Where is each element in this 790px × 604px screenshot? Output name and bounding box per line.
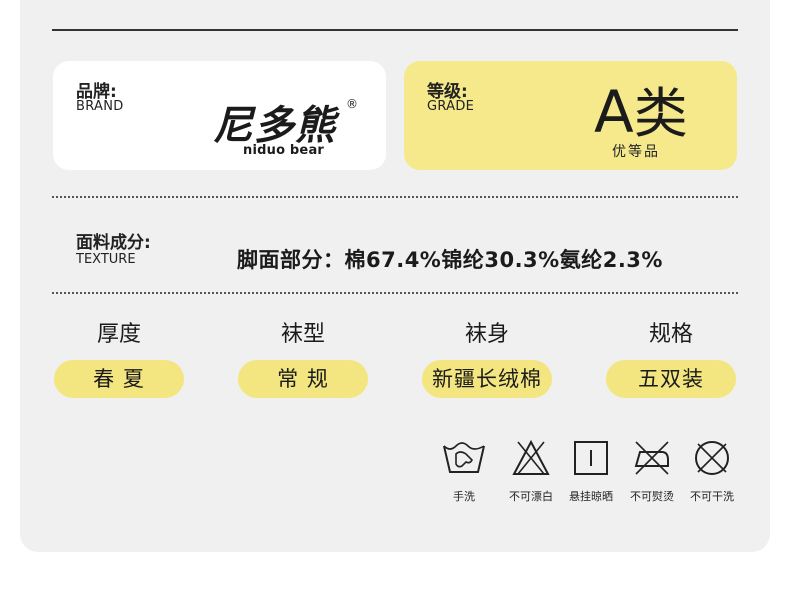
care-hand-wash: 手洗 [434, 438, 494, 504]
attr-pill: 新疆长绒棉 [422, 360, 552, 398]
grade-value: A类 [594, 83, 688, 141]
dotted-divider [52, 292, 738, 294]
no-iron-icon [634, 441, 669, 475]
hand-wash-icon [443, 442, 485, 473]
grade-card: 等级: GRADE A类 优等品 [404, 61, 737, 170]
attr-head: 袜身 [464, 322, 509, 347]
hang-dry-icon [574, 441, 608, 475]
grade-letter: A [594, 78, 634, 146]
care-hang-dry: 悬挂晾晒 [561, 438, 621, 504]
no-bleach-icon [512, 439, 550, 475]
no-dry-clean-icon [695, 441, 729, 475]
attr-pill: 春 夏 [54, 360, 184, 398]
grade-label-en: GRADE [427, 99, 475, 114]
texture-label-en: TEXTURE [76, 252, 136, 267]
top-divider [52, 29, 738, 31]
attr-head: 袜型 [280, 322, 325, 347]
brand-logo-en: niduo bear [243, 143, 325, 158]
texture-value: 脚面部分：棉67.4%锦纶30.3%氨纶2.3% [237, 248, 663, 272]
attr-head: 厚度 [96, 322, 141, 347]
registered-mark: ® [346, 97, 358, 111]
attr-thickness: 厚度 春 夏 [54, 318, 184, 398]
attr-head: 规格 [648, 322, 693, 347]
grade-sub: 优等品 [612, 144, 660, 160]
care-label: 不可干洗 [690, 490, 734, 503]
care-no-bleach: 不可漂白 [501, 438, 561, 504]
brand-label-en: BRAND [76, 99, 124, 114]
care-label: 手洗 [453, 490, 475, 503]
attr-sock-type: 袜型 常 规 [238, 318, 368, 398]
brand-card: 品牌: BRAND 尼多熊 ® niduo bear [53, 61, 386, 170]
grade-class: 类 [633, 82, 688, 145]
attr-spec: 规格 五双装 [606, 318, 736, 398]
attr-sock-body: 袜身 新疆长绒棉 [422, 318, 552, 398]
attr-pill: 常 规 [238, 360, 368, 398]
texture-label-cn: 面料成分: [76, 233, 151, 253]
attr-pill: 五双装 [606, 360, 736, 398]
care-label: 不可漂白 [509, 490, 553, 503]
care-label: 悬挂晾晒 [569, 490, 613, 503]
dotted-divider [52, 196, 738, 198]
care-label: 不可熨烫 [630, 490, 674, 503]
care-no-dry-clean: 不可干洗 [682, 438, 742, 504]
care-no-iron: 不可熨烫 [622, 438, 682, 504]
